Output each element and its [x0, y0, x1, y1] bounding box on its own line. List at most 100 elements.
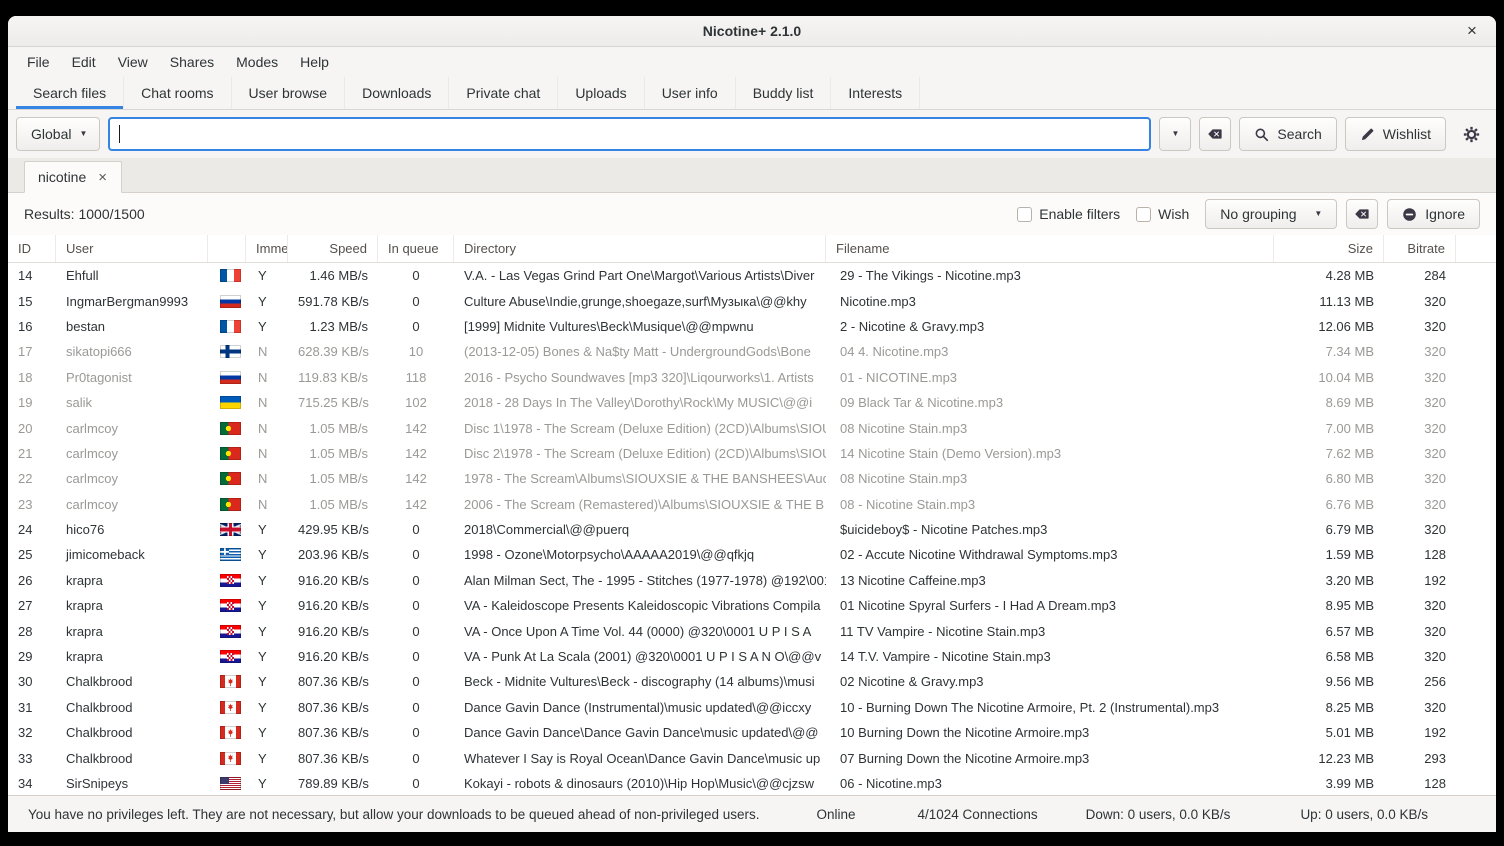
wish-checkbox[interactable]: Wish — [1136, 206, 1189, 222]
menu-shares[interactable]: Shares — [159, 47, 225, 77]
cell-id: 27 — [8, 598, 56, 613]
cell-bitrate: 320 — [1384, 649, 1456, 664]
clear-results-button[interactable] — [1346, 199, 1378, 229]
grouping-combobox[interactable]: No grouping ▼ — [1205, 199, 1337, 229]
tab-downloads[interactable]: Downloads — [345, 77, 449, 109]
country-flag-icon — [220, 295, 241, 308]
cell-directory: 1998 - Ozone\Motorpsycho\AAAAA2019\@@qfk… — [454, 547, 826, 562]
cell-directory: VA - Once Upon A Time Vol. 44 (0000) @32… — [454, 624, 826, 639]
result-row[interactable]: 19 salik N 715.25 KB/s 102 2018 - 28 Day… — [8, 390, 1496, 415]
menu-view[interactable]: View — [107, 47, 159, 77]
result-row[interactable]: 27 krapra Y 916.20 KB/s 0 VA - Kaleidosc… — [8, 593, 1496, 618]
wishlist-button[interactable]: Wishlist — [1345, 117, 1446, 151]
cell-size: 6.58 MB — [1274, 649, 1384, 664]
result-row[interactable]: 17 sikatopi666 N 628.39 KB/s 10 (2013-12… — [8, 339, 1496, 364]
cell-directory: Culture Abuse\Indie,grunge,shoegaze,surf… — [454, 294, 826, 309]
tab-uploads[interactable]: Uploads — [558, 77, 644, 109]
cell-in-queue: 0 — [378, 319, 454, 334]
menu-file[interactable]: File — [16, 47, 61, 77]
cell-bitrate: 320 — [1384, 446, 1456, 461]
cell-bitrate: 320 — [1384, 370, 1456, 385]
tab-close-button[interactable]: × — [97, 169, 108, 186]
tab-search-files[interactable]: Search files — [16, 77, 124, 109]
result-row[interactable]: 29 krapra Y 916.20 KB/s 0 VA - Punk At L… — [8, 644, 1496, 669]
cell-filename: 01 Nicotine Spyral Surfers - I Had A Dre… — [826, 598, 1274, 613]
cell-in-queue: 0 — [378, 598, 454, 613]
country-flag-icon — [220, 396, 241, 409]
cell-country — [208, 701, 246, 714]
cell-id: 16 — [8, 319, 56, 334]
result-row[interactable]: 20 carlmcoy N 1.05 MB/s 142 Disc 1\1978 … — [8, 415, 1496, 440]
result-row[interactable]: 18 Pr0tagonist N 119.83 KB/s 118 2016 - … — [8, 365, 1496, 390]
cell-id: 31 — [8, 700, 56, 715]
cell-id: 25 — [8, 547, 56, 562]
cell-size: 6.80 MB — [1274, 471, 1384, 486]
cell-user: IngmarBergman9993 — [56, 294, 208, 309]
status-online: Online — [816, 807, 855, 822]
country-flag-icon — [220, 650, 241, 663]
result-row[interactable]: 33 Chalkbrood Y 807.36 KB/s 0 Whatever I… — [8, 745, 1496, 770]
tab-user-browse[interactable]: User browse — [232, 77, 346, 109]
result-row[interactable]: 21 carlmcoy N 1.05 MB/s 142 Disc 2\1978 … — [8, 441, 1496, 466]
result-row[interactable]: 22 carlmcoy N 1.05 MB/s 142 1978 - The S… — [8, 466, 1496, 491]
tab-interests[interactable]: Interests — [831, 77, 920, 109]
window-titlebar[interactable]: Nicotine+ 2.1.0 × — [8, 16, 1496, 47]
column-header-immediate[interactable]: Imme — [246, 235, 288, 262]
result-row[interactable]: 24 hico76 Y 429.95 KB/s 0 2018\Commercia… — [8, 517, 1496, 542]
tab-private-chat[interactable]: Private chat — [449, 77, 558, 109]
results-table: ID User Imme Speed In queue Directory Fi… — [8, 235, 1496, 795]
menu-modes[interactable]: Modes — [225, 47, 289, 77]
cell-filename: 14 T.V. Vampire - Nicotine Stain.mp3 — [826, 649, 1274, 664]
cell-speed: 916.20 KB/s — [288, 624, 378, 639]
result-row[interactable]: 30 Chalkbrood Y 807.36 KB/s 0 Beck - Mid… — [8, 669, 1496, 694]
search-input[interactable] — [108, 117, 1151, 151]
result-row[interactable]: 34 SirSnipeys Y 789.89 KB/s 0 Kokayi - r… — [8, 771, 1496, 795]
column-header-in-queue[interactable]: In queue — [378, 235, 454, 262]
result-row[interactable]: 32 Chalkbrood Y 807.36 KB/s 0 Dance Gavi… — [8, 720, 1496, 745]
menu-help[interactable]: Help — [289, 47, 340, 77]
cell-country — [208, 396, 246, 409]
column-header-user[interactable]: User — [56, 235, 208, 262]
column-header-bitrate[interactable]: Bitrate — [1384, 235, 1456, 262]
cell-bitrate: 128 — [1384, 547, 1456, 562]
column-header-speed[interactable]: Speed — [288, 235, 378, 262]
result-row[interactable]: 16 bestan Y 1.23 MB/s 0 [1999] Midnite V… — [8, 314, 1496, 339]
cell-bitrate: 128 — [1384, 776, 1456, 791]
result-row[interactable]: 31 Chalkbrood Y 807.36 KB/s 0 Dance Gavi… — [8, 695, 1496, 720]
search-result-tab-nicotine[interactable]: nicotine × — [24, 161, 122, 193]
column-header-country[interactable] — [208, 235, 246, 262]
enable-filters-checkbox[interactable]: Enable filters — [1017, 206, 1120, 222]
search-history-dropdown-button[interactable]: ▼ — [1159, 117, 1191, 151]
cell-directory: 2018\Commercial\@@puerq — [454, 522, 826, 537]
result-row[interactable]: 14 Ehfull Y 1.46 MB/s 0 V.A. - Las Vegas… — [8, 263, 1496, 288]
result-row[interactable]: 15 IngmarBergman9993 Y 591.78 KB/s 0 Cul… — [8, 288, 1496, 313]
cell-country — [208, 650, 246, 663]
column-header-directory[interactable]: Directory — [454, 235, 826, 262]
column-header-filename[interactable]: Filename — [826, 235, 1274, 262]
status-bar: You have no privileges left. They are no… — [8, 795, 1496, 832]
cell-user: Ehfull — [56, 268, 208, 283]
window-close-button[interactable]: × — [1460, 19, 1484, 43]
country-flag-icon — [220, 599, 241, 612]
search-scope-combobox[interactable]: Global ▼ — [16, 117, 100, 151]
tab-user-info[interactable]: User info — [645, 77, 736, 109]
cell-in-queue: 142 — [378, 421, 454, 436]
column-header-id[interactable]: ID — [8, 235, 56, 262]
result-row[interactable]: 26 krapra Y 916.20 KB/s 0 Alan Milman Se… — [8, 568, 1496, 593]
result-row[interactable]: 28 krapra Y 916.20 KB/s 0 VA - Once Upon… — [8, 618, 1496, 643]
tab-buddy-list[interactable]: Buddy list — [736, 77, 832, 109]
settings-button[interactable] — [1454, 117, 1488, 151]
cell-speed: 1.46 MB/s — [288, 268, 378, 283]
column-header-size[interactable]: Size — [1274, 235, 1384, 262]
ignore-button[interactable]: Ignore — [1387, 199, 1480, 229]
tab-chat-rooms[interactable]: Chat rooms — [124, 77, 231, 109]
clear-search-button[interactable] — [1199, 117, 1231, 151]
search-button[interactable]: Search — [1239, 117, 1336, 151]
result-row[interactable]: 23 carlmcoy N 1.05 MB/s 142 2006 - The S… — [8, 492, 1496, 517]
result-row[interactable]: 25 jimicomeback Y 203.96 KB/s 0 1998 - O… — [8, 542, 1496, 567]
cell-directory: VA - Kaleidoscope Presents Kaleidoscopic… — [454, 598, 826, 613]
cell-size: 9.56 MB — [1274, 674, 1384, 689]
menu-edit[interactable]: Edit — [61, 47, 107, 77]
wish-label: Wish — [1158, 206, 1189, 222]
grouping-value: No grouping — [1220, 206, 1296, 222]
